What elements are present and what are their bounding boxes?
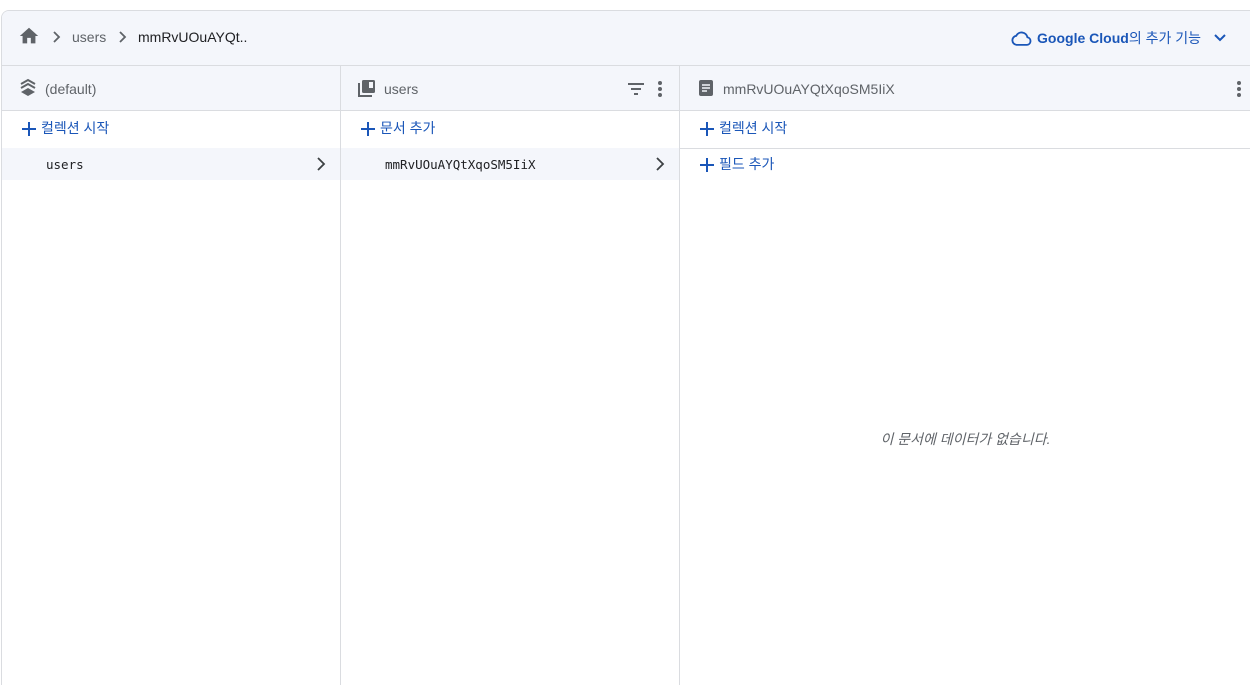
document-panel: mmRvUOuAYQtXqoSM5IiX 컬렉션 시작 필드 추가 이 문서에 … xyxy=(680,66,1250,685)
add-document-button[interactable]: 문서 추가 xyxy=(361,117,435,139)
start-subcollection-label: 컬렉션 시작 xyxy=(719,120,788,136)
google-cloud-brand: Google Cloud xyxy=(1037,30,1129,46)
document-panel-title: mmRvUOuAYQtXqoSM5IiX xyxy=(723,81,895,97)
google-cloud-features-button[interactable]: Google Cloud 의 추가 기능 xyxy=(1010,27,1227,49)
more-vert-icon[interactable] xyxy=(1229,79,1249,99)
more-vert-icon[interactable] xyxy=(650,79,670,99)
chevron-right-icon xyxy=(317,157,326,171)
plus-icon xyxy=(361,121,375,136)
collection-panel-title: users xyxy=(384,81,419,97)
database-layers-icon xyxy=(20,78,36,96)
start-collection-button[interactable]: 컬렉션 시작 xyxy=(22,117,109,139)
collection-list-item[interactable]: users xyxy=(2,148,340,180)
plus-icon xyxy=(700,121,714,136)
breadcrumb-bar: users mmRvUOuAYQt.. Google Cloud 의 추가 기능 xyxy=(2,11,1250,66)
collection-icon xyxy=(358,80,375,97)
home-icon[interactable] xyxy=(18,25,40,47)
chevron-right-icon xyxy=(119,31,127,43)
add-field-button[interactable]: 필드 추가 xyxy=(700,153,774,175)
add-document-label: 문서 추가 xyxy=(380,120,436,136)
document-panel-header: mmRvUOuAYQtXqoSM5IiX xyxy=(680,66,1250,111)
cloud-icon xyxy=(1011,31,1032,46)
chevron-right-icon xyxy=(53,31,61,43)
root-panel: (default) 컬렉션 시작 users xyxy=(2,66,341,685)
collection-name: users xyxy=(46,157,84,172)
plus-icon xyxy=(22,121,36,136)
document-icon xyxy=(699,80,713,96)
start-subcollection-button[interactable]: 컬렉션 시작 xyxy=(700,117,787,139)
filter-icon[interactable] xyxy=(626,79,646,99)
root-panel-header: (default) xyxy=(2,66,340,111)
google-cloud-suffix: 의 추가 기능 xyxy=(1128,30,1201,46)
chevron-down-icon xyxy=(1214,34,1226,42)
section-divider xyxy=(680,148,1250,149)
breadcrumb-item-users[interactable]: users xyxy=(72,29,106,45)
collection-panel-header: users xyxy=(341,66,679,111)
root-panel-title: (default) xyxy=(45,81,97,97)
collection-panel: users 문서 추가 mmRvUOuAYQtXqoSM5IiX xyxy=(341,66,680,685)
plus-icon xyxy=(700,157,714,172)
chevron-right-icon xyxy=(656,157,665,171)
document-id: mmRvUOuAYQtXqoSM5IiX xyxy=(385,157,536,172)
firestore-data-viewer: users mmRvUOuAYQt.. Google Cloud 의 추가 기능… xyxy=(1,10,1250,685)
breadcrumb-item-document[interactable]: mmRvUOuAYQt.. xyxy=(138,29,247,45)
empty-document-message: 이 문서에 데이터가 없습니다. xyxy=(880,431,1051,447)
start-collection-label: 컬렉션 시작 xyxy=(41,120,110,136)
add-field-label: 필드 추가 xyxy=(719,156,775,172)
document-list-item[interactable]: mmRvUOuAYQtXqoSM5IiX xyxy=(341,148,679,180)
